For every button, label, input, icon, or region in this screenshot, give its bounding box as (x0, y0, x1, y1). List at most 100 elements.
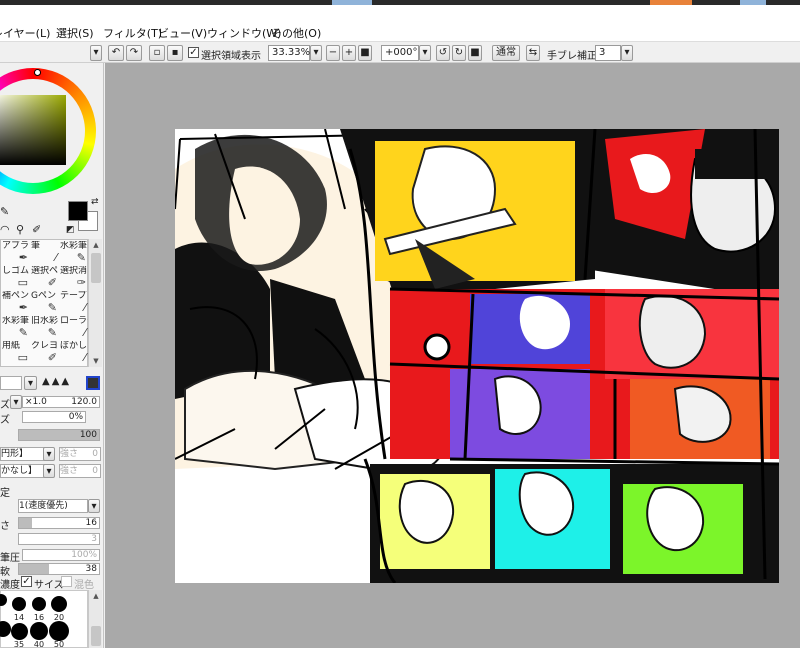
flip-button[interactable]: ⇆ (526, 45, 540, 61)
presets-scrollbar[interactable]: ▲ (88, 590, 102, 648)
brush-shape-field[interactable] (0, 376, 22, 390)
edge-hardness-slider[interactable]: 16 (18, 517, 100, 529)
hue-marker[interactable] (34, 69, 41, 76)
tool-brush[interactable]: 筆 ⁄ (31, 241, 59, 266)
rotation-dropdown-button[interactable]: ▾ (419, 45, 431, 61)
tool-select-pen[interactable]: 選択ペン✐ (31, 266, 59, 291)
rotation-field[interactable]: +000° (381, 45, 419, 61)
max-pressure-slider[interactable]: 100% (22, 549, 100, 561)
tool-gpen[interactable]: Gペン ✎ (31, 291, 59, 316)
texture-select[interactable]: かなし】 (0, 464, 45, 478)
texture-dropdown[interactable]: ▾ (43, 464, 55, 478)
lasso-icon[interactable]: ◠ (0, 223, 10, 236)
undo-button[interactable]: ↶ (108, 45, 124, 61)
tool-old-watercolor[interactable]: 旧水彩 ✎ (31, 316, 59, 341)
blend-mode-button[interactable]: 通常 (492, 45, 520, 61)
size-slider[interactable]: ×1.0 120.0 (22, 396, 100, 408)
invert-selection-button[interactable]: ▪ (167, 45, 183, 61)
menu-other[interactable]: その他(O) (271, 25, 321, 41)
shape-select[interactable]: 円形】 (0, 447, 45, 461)
brush-size-preset[interactable] (0, 594, 7, 606)
menu-view[interactable]: ビュー(V) (158, 25, 207, 41)
menu-select[interactable]: 選択(S) (56, 25, 94, 41)
scroll-up-icon[interactable]: ▲ (90, 591, 102, 601)
tool-tape[interactable]: テープ ⁄ (60, 291, 88, 316)
gpen-icon: ✎ (47, 301, 57, 314)
min-density-slider[interactable]: 3 (18, 533, 100, 545)
shape-dropdown[interactable]: ▾ (43, 447, 55, 461)
zoom-field[interactable]: 33.33% (268, 45, 310, 61)
tool-select-erase[interactable]: 選択消し✑ (60, 266, 88, 291)
foreground-color-swatch[interactable] (68, 201, 88, 221)
size-checkbox[interactable]: ✓ (21, 576, 32, 587)
brush-tip-square[interactable] (86, 376, 100, 390)
strength-field-1[interactable]: 強さ 0 (59, 447, 101, 461)
brush-size-preset[interactable] (32, 597, 46, 611)
swap-colors-icon[interactable]: ⇄ (91, 197, 99, 207)
size-check-label: サイズ (34, 580, 64, 591)
size-multiplier-dropdown[interactable]: ▾ (10, 395, 22, 409)
menu-filter[interactable]: フィルタ(T) (103, 25, 162, 41)
tool-label: 補ペン (2, 291, 30, 301)
canvas-workspace[interactable] (105, 63, 800, 648)
stabilizer-dropdown-button[interactable]: ▾ (621, 45, 633, 61)
zoom-reset-button[interactable]: ■ (358, 45, 372, 61)
deselect-button[interactable]: ▫ (149, 45, 165, 61)
brush-size-preset[interactable] (51, 596, 67, 612)
watercolor-icon: ✎ (18, 326, 28, 339)
scroll-thumb[interactable] (91, 626, 101, 646)
tool-blur[interactable]: ぼかし ⁄ (60, 341, 88, 366)
tool-pen[interactable]: 補ペン ✒ (2, 291, 30, 316)
panel-dropdown-button[interactable]: ▾ (90, 45, 102, 61)
blend-checkbox[interactable] (61, 576, 72, 587)
tool-watercolor[interactable]: 水彩筆 ✎ (2, 316, 30, 341)
zoom-in-button[interactable]: + (342, 45, 356, 61)
picker-icon[interactable]: ✐ (32, 223, 41, 236)
reset-colors-icon[interactable]: ◩ (66, 225, 75, 235)
roller-icon: ⁄ (84, 326, 86, 339)
strength-label-2: 強さ (60, 466, 79, 476)
brush-size-preset[interactable] (12, 597, 26, 611)
quality-dropdown[interactable]: ▾ (88, 499, 100, 513)
min-size-slider[interactable]: 0% (22, 411, 86, 423)
eyedropper-icon[interactable]: ✎ (0, 205, 9, 218)
edge-hardness-label: さ (0, 521, 10, 532)
quality-select[interactable]: 1(速度優先) (18, 499, 88, 513)
brush-size-preset[interactable] (30, 622, 48, 640)
tool-airbrush[interactable]: アブラシ✒ (2, 241, 30, 266)
brush-shape-dropdown[interactable]: ▾ (24, 376, 37, 390)
tool-roller[interactable]: ローラー⁄ (60, 316, 88, 341)
brush-size-preset[interactable] (0, 621, 11, 637)
brush-size-preset[interactable] (10, 622, 28, 640)
magic-wand-icon[interactable]: ⚲ (16, 223, 24, 236)
rotate-reset-button[interactable]: ■ (468, 45, 482, 61)
select-region-checkbox[interactable]: ✓ (188, 47, 199, 58)
brush-size-preset[interactable] (49, 621, 69, 641)
tool-scrollbar[interactable]: ▲ ▼ (88, 239, 102, 367)
tool-watercolor[interactable]: 水彩筆 ✎ (60, 241, 88, 266)
zoom-dropdown-button[interactable]: ▾ (310, 45, 322, 61)
brush-size-label: 16 (33, 613, 45, 622)
title-strip (0, 0, 800, 22)
density-slider[interactable]: 100 (18, 429, 100, 441)
menu-layer[interactable]: レイヤー(L) (0, 25, 50, 41)
brush-tip-shapes[interactable]: ▲▲▲ (42, 376, 71, 387)
saturation-value-square[interactable] (0, 95, 66, 165)
scroll-down-icon[interactable]: ▼ (90, 356, 102, 366)
strength-field-2[interactable]: 強さ 0 (59, 464, 101, 478)
tool-paper[interactable]: 用紙 ▭ (2, 341, 30, 366)
scroll-thumb[interactable] (91, 253, 101, 283)
tool-crayon[interactable]: クレヨン✐ (31, 341, 59, 366)
rotate-right-button[interactable]: ↻ (452, 45, 466, 61)
size-multiplier: ×1.0 (25, 397, 47, 407)
canvas[interactable] (175, 129, 779, 583)
tool-label: テープ (60, 291, 87, 301)
rotate-left-button[interactable]: ↺ (436, 45, 450, 61)
zoom-out-button[interactable]: − (326, 45, 340, 61)
pressure-hard-slider[interactable]: 38 (18, 563, 100, 575)
max-pressure-label: 筆圧 (0, 553, 20, 564)
tool-eraser[interactable]: しゴム ▭ (2, 266, 30, 291)
scroll-up-icon[interactable]: ▲ (90, 240, 102, 250)
stabilizer-field[interactable]: 3 (595, 45, 621, 61)
redo-button[interactable]: ↷ (126, 45, 142, 61)
